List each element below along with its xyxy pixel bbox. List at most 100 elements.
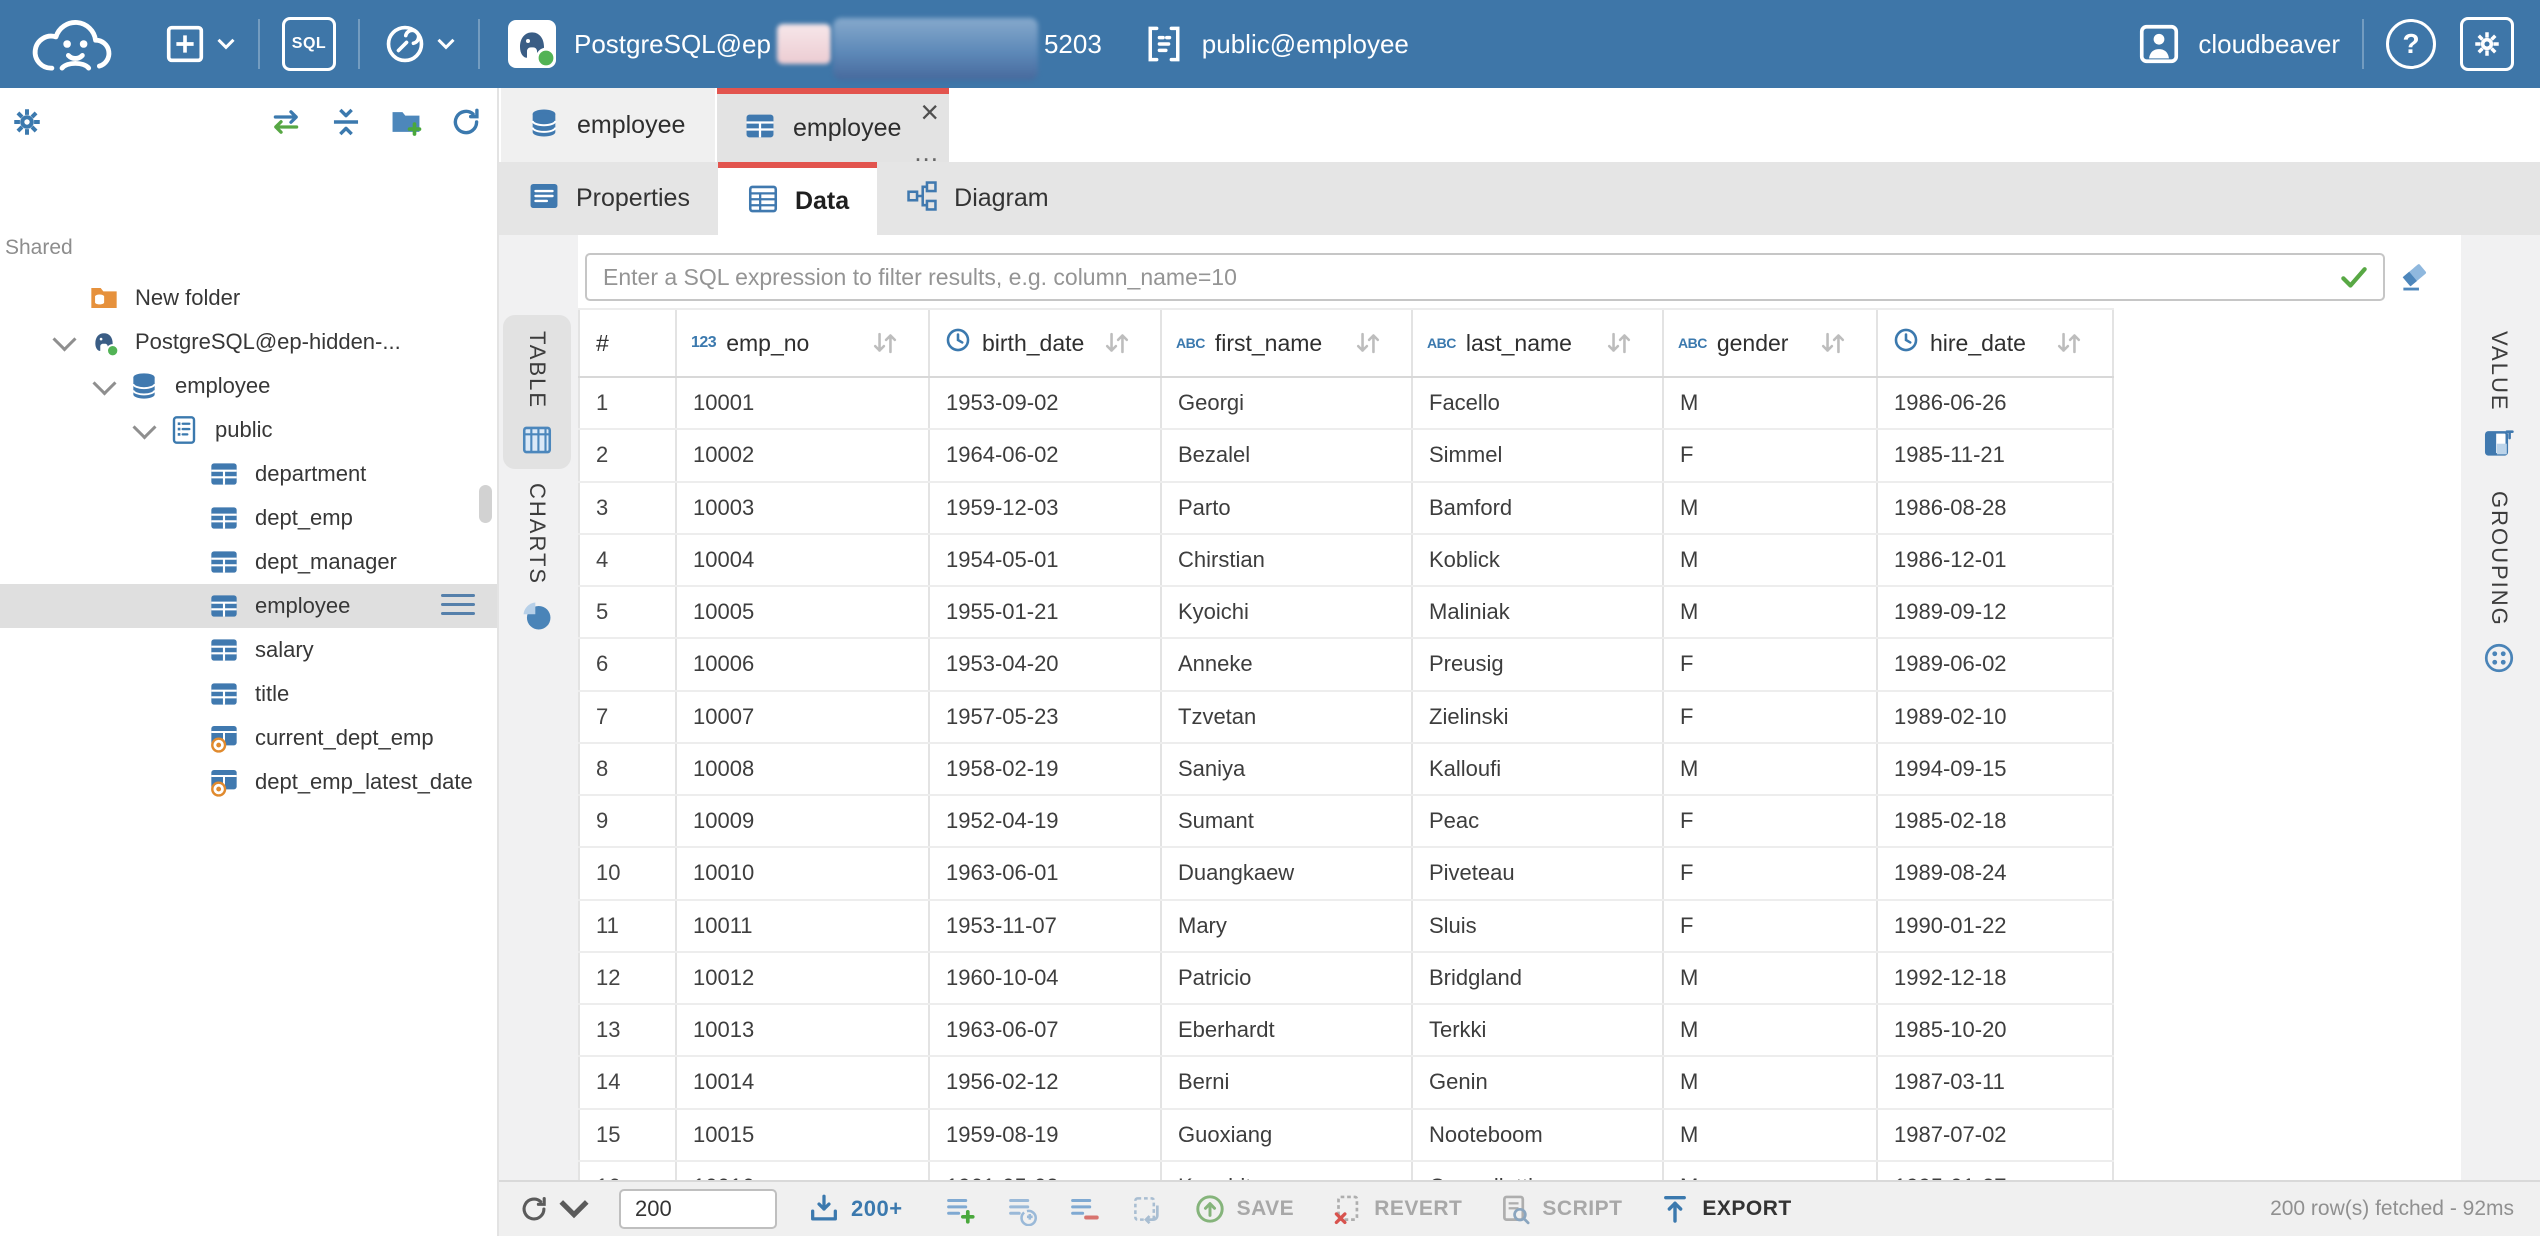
column-header-emp_no[interactable]: 123emp_no <box>677 310 930 376</box>
cell-birth_date[interactable]: 1955-01-21 <box>930 587 1162 637</box>
cell-hire_date[interactable]: 1986-06-26 <box>1878 378 2114 428</box>
tab-employee-database[interactable]: employee <box>501 88 715 162</box>
cell-gender[interactable]: M <box>1664 1110 1878 1160</box>
row-number[interactable]: 2 <box>578 430 677 480</box>
cell-emp_no[interactable]: 10013 <box>677 1005 930 1055</box>
cell-first_name[interactable]: Berni <box>1162 1057 1413 1107</box>
cell-hire_date[interactable]: 1990-01-22 <box>1878 901 2114 951</box>
tree-item-department[interactable]: department <box>0 452 497 496</box>
cell-hire_date[interactable]: 1987-03-11 <box>1878 1057 2114 1107</box>
link-with-editor-button[interactable] <box>269 105 303 139</box>
cell-first_name[interactable]: Guoxiang <box>1162 1110 1413 1160</box>
presentation-tab-table[interactable]: TABLE <box>503 315 571 469</box>
cell-emp_no[interactable]: 10003 <box>677 483 930 533</box>
add-row-button[interactable] <box>943 1192 977 1226</box>
cell-birth_date[interactable]: 1963-06-07 <box>930 1005 1162 1055</box>
tab-diagram[interactable]: Diagram <box>877 162 1076 235</box>
sort-icon[interactable] <box>1102 330 1132 356</box>
cell-emp_no[interactable]: 10012 <box>677 953 930 1003</box>
column-header-first_name[interactable]: ABCfirst_name <box>1162 310 1413 376</box>
sidebar-settings-button[interactable] <box>10 105 44 139</box>
cell-gender[interactable]: M <box>1664 1005 1878 1055</box>
cell-last_name[interactable]: Peac <box>1413 796 1664 846</box>
row-number[interactable]: 14 <box>578 1057 677 1107</box>
cell-last_name[interactable]: Genin <box>1413 1057 1664 1107</box>
cell-first_name[interactable]: Duangkaew <box>1162 848 1413 898</box>
cell-birth_date[interactable]: 1954-05-01 <box>930 535 1162 585</box>
row-number[interactable]: 4 <box>578 535 677 585</box>
cell-gender[interactable]: M <box>1664 953 1878 1003</box>
user-menu[interactable]: cloudbeaver <box>2136 21 2340 67</box>
sql-editor-button[interactable]: SQL <box>282 17 336 71</box>
cell-gender[interactable]: M <box>1664 587 1878 637</box>
new-object-button[interactable] <box>162 21 236 67</box>
tree-item-current-dept-emp[interactable]: current_dept_emp <box>0 716 497 760</box>
tab-employee-table-active[interactable]: employee × ... <box>717 88 949 162</box>
cell-emp_no[interactable]: 10014 <box>677 1057 930 1107</box>
row-number[interactable]: 9 <box>578 796 677 846</box>
cell-emp_no[interactable]: 10007 <box>677 692 930 742</box>
cell-first_name[interactable]: Eberhardt <box>1162 1005 1413 1055</box>
row-number[interactable]: 5 <box>578 587 677 637</box>
row-number[interactable]: 15 <box>578 1110 677 1160</box>
cell-emp_no[interactable]: 10009 <box>677 796 930 846</box>
cell-emp_no[interactable]: 10011 <box>677 901 930 951</box>
cell-birth_date[interactable]: 1958-02-19 <box>930 744 1162 794</box>
cell-last_name[interactable]: Terkki <box>1413 1005 1664 1055</box>
cell-gender[interactable]: M <box>1664 483 1878 533</box>
new-folder-button[interactable] <box>389 105 423 139</box>
cell-emp_no[interactable]: 10015 <box>677 1110 930 1160</box>
cell-gender[interactable]: F <box>1664 901 1878 951</box>
presentation-tab-charts[interactable]: CHARTS <box>503 467 571 645</box>
tree-item-dept-emp[interactable]: dept_emp <box>0 496 497 540</box>
cell-birth_date[interactable]: 1952-04-19 <box>930 796 1162 846</box>
cell-last_name[interactable]: Piveteau <box>1413 848 1664 898</box>
collapse-all-button[interactable] <box>329 105 363 139</box>
connection-selector[interactable]: PostgreSQL@ep 5203 <box>508 8 1102 80</box>
cell-hire_date[interactable]: 1989-09-12 <box>1878 587 2114 637</box>
cell-emp_no[interactable]: 10001 <box>677 378 930 428</box>
refresh-tree-button[interactable] <box>449 105 483 139</box>
save-button[interactable]: SAVE <box>1193 1192 1295 1226</box>
cell-first_name[interactable]: Parto <box>1162 483 1413 533</box>
cell-last_name[interactable]: Bridgland <box>1413 953 1664 1003</box>
cell-first_name[interactable]: Sumant <box>1162 796 1413 846</box>
tab-properties[interactable]: Properties <box>499 162 718 235</box>
sort-icon[interactable] <box>1818 330 1848 356</box>
cell-first_name[interactable]: Tzvetan <box>1162 692 1413 742</box>
schema-selector[interactable]: public@employee <box>1142 22 1409 66</box>
cell-last_name[interactable]: Nooteboom <box>1413 1110 1664 1160</box>
cell-last_name[interactable]: Kalloufi <box>1413 744 1664 794</box>
cell-hire_date[interactable]: 1985-11-21 <box>1878 430 2114 480</box>
cell-first_name[interactable]: Saniya <box>1162 744 1413 794</box>
cell-gender[interactable]: F <box>1664 639 1878 689</box>
cell-last_name[interactable]: Simmel <box>1413 430 1664 480</box>
cell-birth_date[interactable]: 1959-08-19 <box>930 1110 1162 1160</box>
cell-gender[interactable]: F <box>1664 848 1878 898</box>
tree-item-dept-emp-latest-date[interactable]: dept_emp_latest_date <box>0 760 497 804</box>
row-number[interactable]: 6 <box>578 639 677 689</box>
row-number[interactable]: 10 <box>578 848 677 898</box>
cell-gender[interactable]: F <box>1664 796 1878 846</box>
cell-hire_date[interactable]: 1987-07-02 <box>1878 1110 2114 1160</box>
cell-hire_date[interactable]: 1985-10-20 <box>1878 1005 2114 1055</box>
refresh-results-button[interactable] <box>517 1192 591 1226</box>
sort-icon[interactable] <box>1353 330 1383 356</box>
cell-hire_date[interactable]: 1992-12-18 <box>1878 953 2114 1003</box>
cell-gender[interactable]: F <box>1664 430 1878 480</box>
cell-last_name[interactable]: Bamford <box>1413 483 1664 533</box>
cell-birth_date[interactable]: 1953-09-02 <box>930 378 1162 428</box>
tab-menu-dots-icon[interactable]: ... <box>914 142 939 162</box>
column-header-gender[interactable]: ABCgender <box>1664 310 1878 376</box>
cell-emp_no[interactable]: 10002 <box>677 430 930 480</box>
cell-birth_date[interactable]: 1959-12-03 <box>930 483 1162 533</box>
row-number[interactable]: 8 <box>578 744 677 794</box>
row-number[interactable]: 3 <box>578 483 677 533</box>
cell-last_name[interactable]: Preusig <box>1413 639 1664 689</box>
cell-birth_date[interactable]: 1957-05-23 <box>930 692 1162 742</box>
column-header-last_name[interactable]: ABClast_name <box>1413 310 1664 376</box>
cell-emp_no[interactable]: 10008 <box>677 744 930 794</box>
cell-first_name[interactable]: Bezalel <box>1162 430 1413 480</box>
chevron-down-icon[interactable] <box>120 408 168 452</box>
cell-hire_date[interactable]: 1986-12-01 <box>1878 535 2114 585</box>
